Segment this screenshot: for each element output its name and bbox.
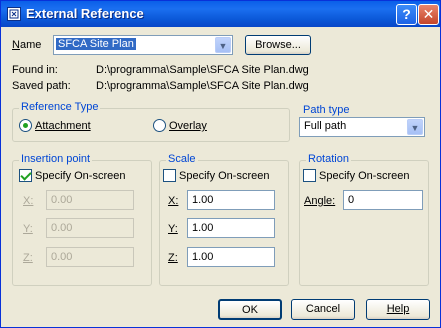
saved-path-label: Saved path: bbox=[12, 80, 71, 92]
close-button[interactable]: ✕ bbox=[418, 4, 439, 25]
scale-z-field[interactable]: 1.00 bbox=[187, 247, 275, 267]
name-combobox[interactable]: SFCA Site Plan ▼ bbox=[53, 35, 233, 55]
path-type-combobox[interactable]: Full path ▼ bbox=[299, 117, 425, 137]
help-button[interactable]: Help bbox=[366, 299, 430, 320]
insertion-specify-label[interactable]: Specify On-screen bbox=[35, 170, 125, 182]
scale-y-field[interactable]: 1.00 bbox=[187, 218, 275, 238]
rotation-specify-label[interactable]: Specify On-screen bbox=[319, 170, 409, 182]
window-title: External Reference bbox=[26, 6, 144, 21]
rotation-specify-checkbox[interactable] bbox=[303, 169, 316, 182]
name-label: Name bbox=[12, 39, 42, 51]
overlay-label[interactable]: Overlay bbox=[169, 120, 207, 132]
insertion-z-label: Z: bbox=[23, 252, 33, 264]
insertion-y-field[interactable]: 0.00 bbox=[46, 218, 134, 238]
chevron-down-icon[interactable]: ▼ bbox=[215, 37, 231, 53]
xref-app-icon bbox=[7, 7, 21, 21]
rotation-title: Rotation bbox=[306, 153, 351, 165]
attachment-radio[interactable] bbox=[19, 119, 32, 132]
found-in-value: D:\programma\Sample\SFCA Site Plan.dwg bbox=[96, 64, 309, 76]
angle-label: Angle: bbox=[304, 195, 336, 207]
attachment-label[interactable]: Attachment bbox=[35, 120, 91, 132]
insertion-x-label: X: bbox=[23, 195, 34, 207]
insertion-point-title: Insertion point bbox=[19, 153, 93, 165]
scale-specify-checkbox[interactable] bbox=[163, 169, 176, 182]
scale-z-label: Z: bbox=[168, 252, 178, 264]
path-type-title: Path type bbox=[303, 104, 350, 116]
insertion-z-field[interactable]: 0.00 bbox=[46, 247, 134, 267]
help-button-label: Help bbox=[386, 303, 410, 315]
insertion-y-label: Y: bbox=[23, 223, 33, 235]
scale-title: Scale bbox=[166, 153, 198, 165]
scale-specify-label[interactable]: Specify On-screen bbox=[179, 170, 269, 182]
ok-button[interactable]: OK bbox=[218, 299, 282, 320]
cancel-button[interactable]: Cancel bbox=[291, 299, 355, 320]
scale-x-label: X: bbox=[168, 195, 179, 207]
insertion-specify-checkbox[interactable] bbox=[19, 169, 32, 182]
help-icon: ? bbox=[402, 6, 411, 22]
title-bar[interactable]: External Reference ? ✕ bbox=[1, 1, 440, 27]
scale-x-field[interactable]: 1.00 bbox=[187, 190, 275, 210]
close-icon: ✕ bbox=[422, 6, 435, 22]
scale-y-label: Y: bbox=[168, 223, 178, 235]
external-reference-dialog: External Reference ? ✕ Name SFCA Site Pl… bbox=[0, 0, 441, 328]
chevron-down-icon[interactable]: ▼ bbox=[407, 119, 423, 135]
help-title-button[interactable]: ? bbox=[396, 4, 417, 25]
insertion-x-field[interactable]: 0.00 bbox=[46, 190, 134, 210]
overlay-radio[interactable] bbox=[153, 119, 166, 132]
angle-field[interactable]: 0 bbox=[343, 190, 423, 210]
path-type-value: Full path bbox=[304, 120, 347, 132]
name-value: SFCA Site Plan bbox=[56, 38, 136, 50]
reference-type-title: Reference Type bbox=[19, 101, 101, 113]
browse-button[interactable]: Browse... bbox=[245, 35, 311, 55]
found-in-label: Found in: bbox=[12, 64, 58, 76]
saved-path-value: D:\programma\Sample\SFCA Site Plan.dwg bbox=[96, 80, 309, 92]
